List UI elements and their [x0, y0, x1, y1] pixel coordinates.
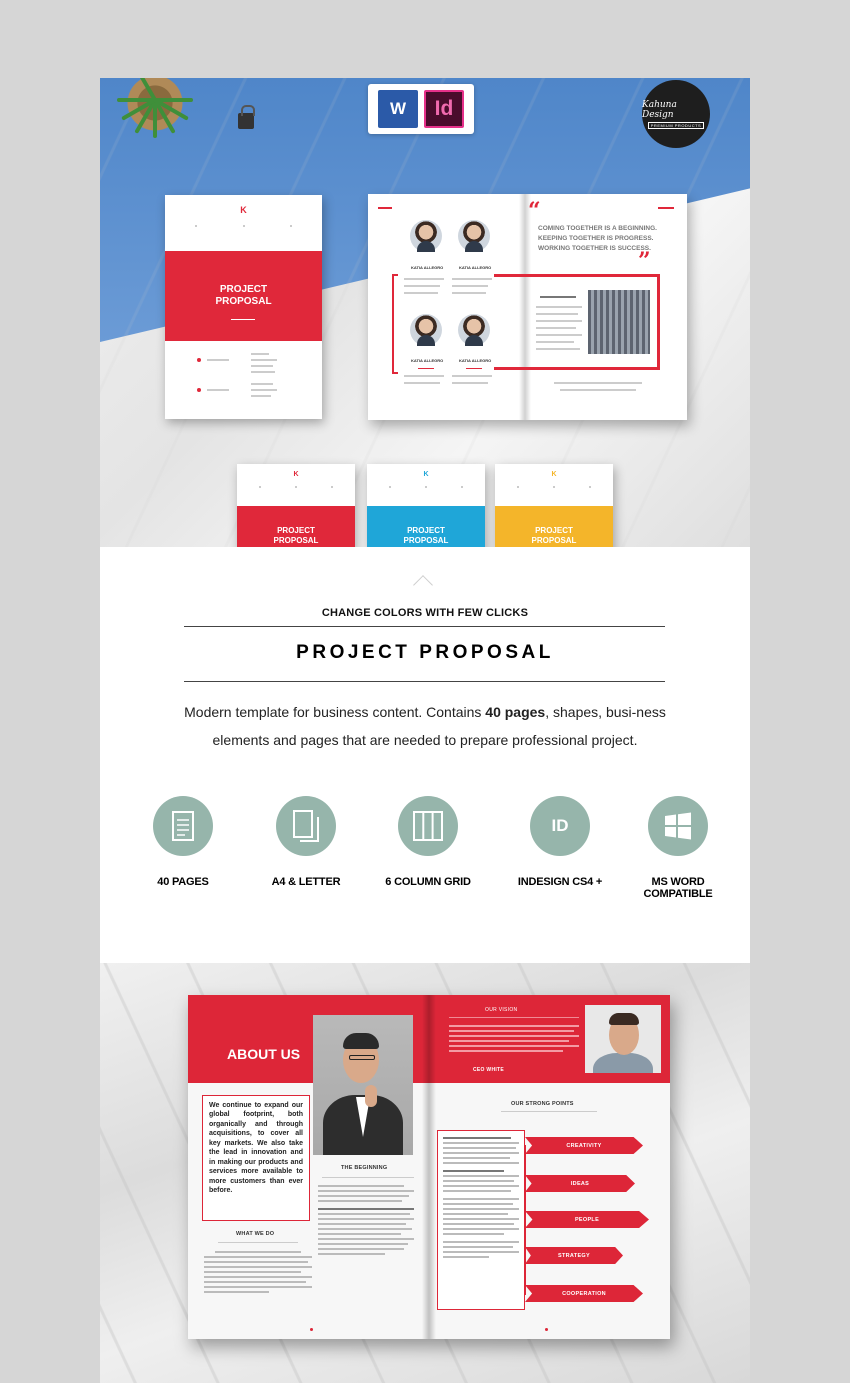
team-member-name: KATIA ALLEGRO [411, 358, 444, 363]
feature-label: 40 PAGES [157, 876, 209, 888]
document-icon [153, 796, 213, 856]
cover-title-line1: PROJECT [219, 284, 268, 295]
the-beginning-heading: THE BEGINNING [341, 1165, 388, 1171]
feature-ms-word: MS WORD COMPATIBLE [618, 796, 738, 900]
ceo-photo [585, 1005, 661, 1073]
yellow-cover-variant: K PROJECT PROPOSAL [495, 464, 613, 558]
feature-label: 6 COLUMN GRID [385, 876, 471, 888]
product-description: Modern template for business content. Co… [184, 704, 666, 748]
quote-open-icon: “ [528, 198, 541, 224]
app-compatibility-badges: W Id [368, 84, 474, 134]
brand-tagline: PREMIUM PRODUCTS [647, 121, 705, 129]
about-page: ABOUT US We continue to expand our globa… [188, 995, 429, 1339]
feature-label: INDESIGN CS4 + [517, 876, 603, 888]
strong-point-ideas: IDEAS [525, 1175, 635, 1192]
feature-indesign: ID INDESIGN CS4 + [500, 796, 620, 888]
section-subtitle: CHANGE COLORS WITH FEW CLICKS [321, 607, 529, 619]
businessman-photo [313, 1015, 413, 1155]
strong-point-creativity: CREATIVITY [525, 1137, 643, 1154]
main-cover-mockup: K PROJECT PROPOSAL [165, 195, 322, 419]
hero-mockup-section: W Id Kahuna Design PREMIUM PRODUCTS K PR… [100, 78, 750, 558]
feature-label: A4 & LETTER [271, 876, 341, 888]
team-member-name: KATIA ALLEGRO [459, 265, 492, 270]
indesign-icon: ID [530, 796, 590, 856]
cover-title-line2: PROPOSAL [215, 296, 272, 307]
feature-6-column-grid: 6 COLUMN GRID [368, 796, 488, 888]
about-text-box: We continue to expand our global footpri… [202, 1095, 310, 1221]
strong-point-people: PEOPLE [525, 1211, 649, 1228]
team-member-name: KATIA ALLEGRO [411, 265, 444, 270]
pages-icon [276, 796, 336, 856]
product-title: PROJECT PROPOSAL [296, 642, 554, 663]
red-cover-variant: K PROJECT PROPOSAL [237, 464, 355, 558]
building-photo [588, 290, 650, 354]
quote-close-icon: ” [638, 248, 651, 274]
kahuna-design-logo: Kahuna Design PREMIUM PRODUCTS [642, 80, 710, 148]
page-count-highlight: 40 pages [485, 704, 546, 720]
strong-point-cooperation: COOPERATION [525, 1285, 643, 1302]
ceo-name: CEO WHITE [473, 1067, 505, 1073]
feature-a4-letter: A4 & LETTER [246, 796, 366, 888]
what-we-do-heading: WHAT WE DO [236, 1231, 275, 1237]
about-us-spread-mockup: ABOUT US We continue to expand our globa… [188, 995, 670, 1339]
strong-points-heading: OUR STRONG POINTS [511, 1101, 574, 1107]
feature-label: MS WORD COMPATIBLE [643, 876, 713, 900]
divider [184, 626, 665, 627]
grid-columns-icon [398, 796, 458, 856]
binder-clip-decoration [238, 105, 255, 129]
vision-page: OUR VISION CEO WHITE OUR STRONG POINTS C… [429, 995, 670, 1339]
product-preview-sheet: W Id Kahuna Design PREMIUM PRODUCTS K PR… [100, 78, 750, 1383]
divider [184, 681, 665, 682]
our-vision-heading: OUR VISION [485, 1007, 518, 1013]
team-member-name: KATIA ALLEGRO [459, 358, 492, 363]
about-us-title: ABOUT US [227, 1046, 301, 1062]
strong-point-strategy: STRATEGY [525, 1247, 623, 1264]
feature-40-pages: 40 PAGES [123, 796, 243, 888]
blue-cover-variant: K PROJECT PROPOSAL [367, 464, 485, 558]
team-quote-spread-mockup: KATIA ALLEGRO KATIA ALLEGRO KATIA ALLEGR… [368, 194, 687, 420]
brochure-spread-section: ABOUT US We continue to expand our globa… [100, 963, 750, 1383]
brand-name: Kahuna Design [642, 99, 677, 120]
cover-title-band: PROJECT PROPOSAL [165, 251, 322, 341]
ms-word-icon: W [378, 90, 418, 128]
windows-icon [648, 796, 708, 856]
indesign-app-icon: Id [424, 90, 464, 128]
cover-logo-letter: K [240, 205, 247, 215]
